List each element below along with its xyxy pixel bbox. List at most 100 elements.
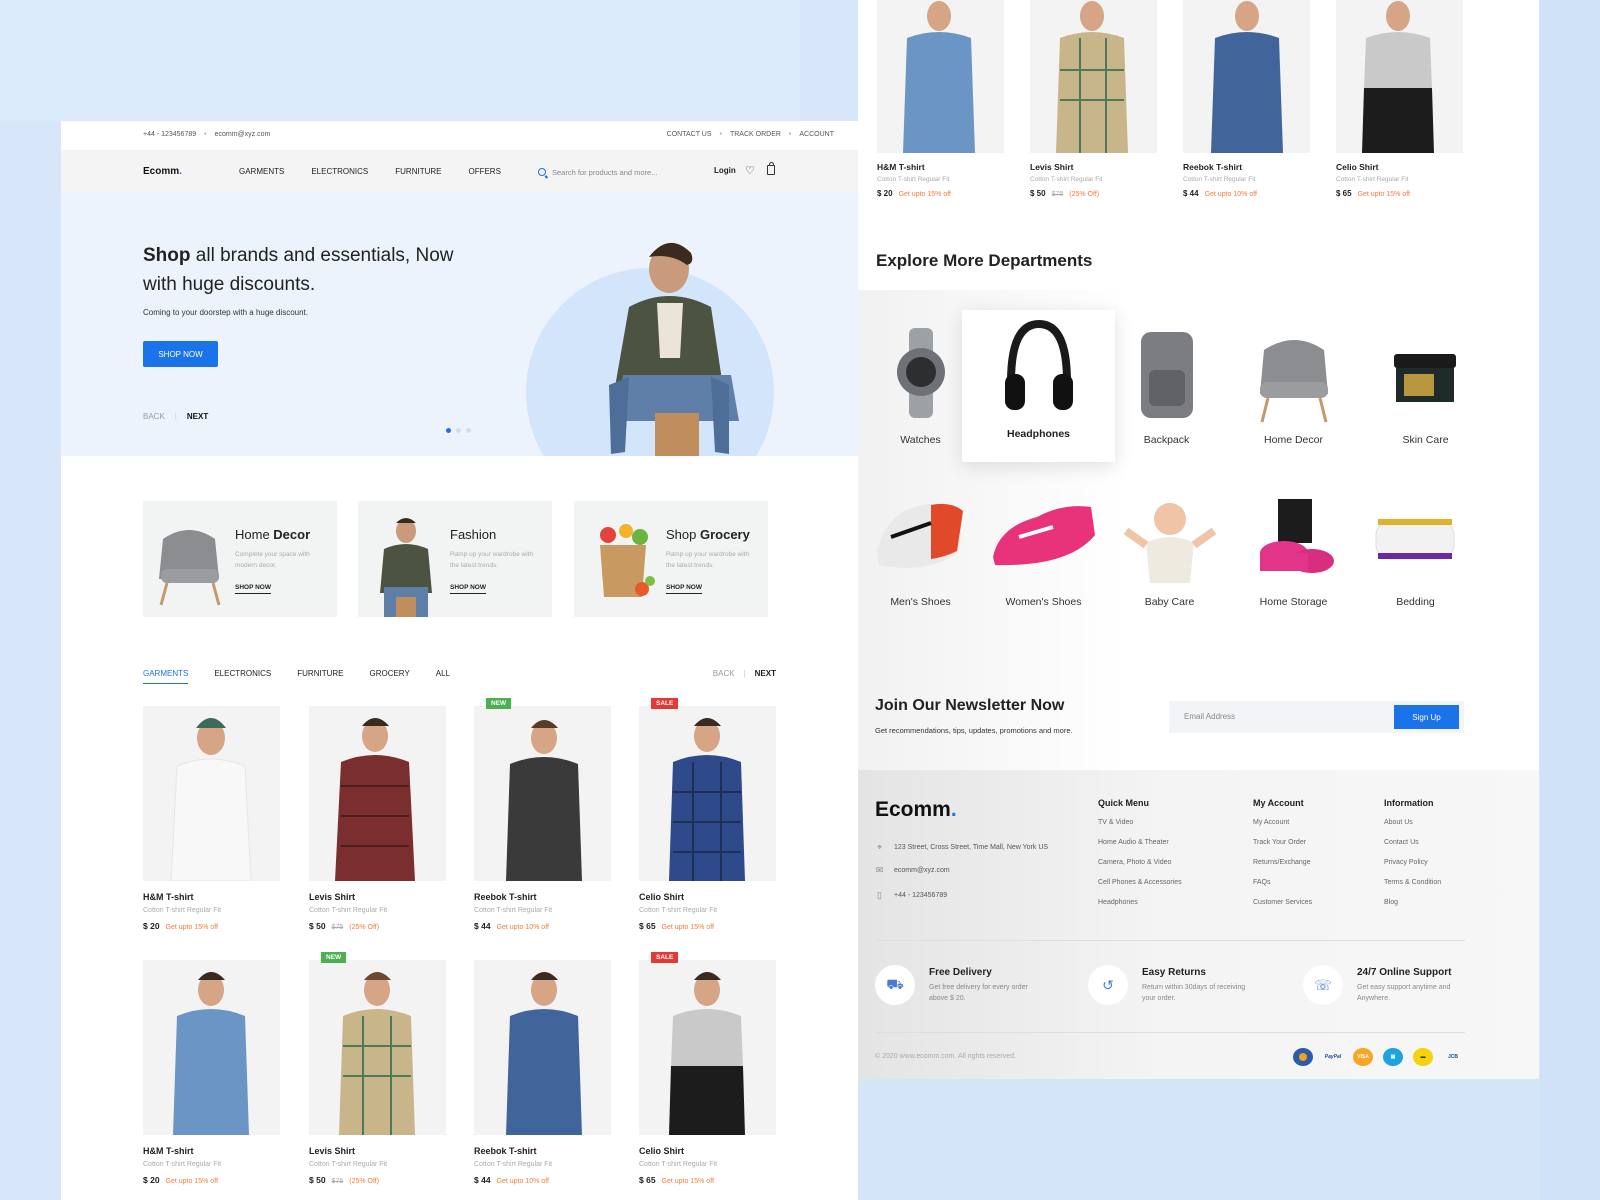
footer-link[interactable]: Camera, Photo & Video [1098,859,1182,866]
product-description: Cotton T-shirt Regular Fit [309,1161,388,1168]
product-card[interactable]: Levis Shirt Cotton T-shirt Regular Fit $… [1030,0,1157,198]
product-image[interactable] [639,706,776,881]
nav-offers[interactable]: OFFERS [468,167,500,176]
tab-furniture[interactable]: FURNITURE [297,669,343,684]
product-card[interactable]: H&M T-shirt Cotton T-shirt Regular Fit $… [143,960,280,1185]
category-shop-now-link[interactable]: SHOP NOW [450,584,486,594]
tab-garments[interactable]: GARMENTS [143,669,189,684]
category-card-home-decor[interactable]: Home Decor Complete your space with mode… [143,501,337,617]
department-home-decor[interactable]: Home Decor [1231,318,1356,446]
footer-link[interactable]: Privacy Policy [1384,859,1441,866]
product-card[interactable]: H&M T-shirt Cotton T-shirt Regular Fit $… [877,0,1004,198]
footer-link[interactable]: Track Your Order [1253,839,1312,846]
logo[interactable]: Ecomm. [143,166,182,177]
product-image[interactable] [309,706,446,881]
track-order-link[interactable]: TRACK ORDER [730,131,781,138]
product-card[interactable]: SALE Celio Shirt Cotton T-shirt Regular … [639,698,776,931]
hero-back-button[interactable]: BACK [143,412,165,421]
footer-email[interactable]: ✉ ecomm@xyz.com [875,865,950,876]
search-input[interactable]: Search for products and more... [538,165,698,179]
product-card[interactable]: NEW Reebok T-shirt Cotton T-shirt Regula… [474,698,611,931]
product-image[interactable] [143,706,280,881]
department-baby-care[interactable]: Baby Care [1107,495,1232,608]
footer-link[interactable]: About Us [1384,819,1441,826]
footer-link[interactable]: TV & Video [1098,819,1182,826]
department-home-storage[interactable]: Home Storage [1231,495,1356,608]
hero-next-button[interactable]: NEXT [187,412,208,421]
departments-title: Explore More Departments [876,251,1093,270]
carousel-dot[interactable] [466,428,471,433]
product-description: Cotton T-shirt Regular Fit [639,907,718,914]
category-shop-now-link[interactable]: SHOP NOW [666,584,702,594]
account-link[interactable]: ACCOUNT [799,131,834,138]
department-womens-shoes[interactable]: Women's Shoes [981,495,1106,608]
product-card[interactable]: Reebok T-shirt Cotton T-shirt Regular Fi… [474,960,611,1185]
nav-electronics[interactable]: ELECTRONICS [311,167,368,176]
department-label: Skin Care [1402,434,1449,446]
tab-all[interactable]: ALL [436,669,450,684]
footer-link[interactable]: Contact Us [1384,839,1441,846]
product-card[interactable]: Reebok T-shirt Cotton T-shirt Regular Fi… [1183,0,1310,198]
footer-logo[interactable]: Ecomm. [875,798,957,822]
department-backpack[interactable]: Backpack [1104,318,1229,446]
department-bedding[interactable]: Bedding [1353,495,1478,608]
category-shop-now-link[interactable]: SHOP NOW [235,584,271,594]
product-name: Celio Shirt [639,892,685,902]
product-card[interactable]: Levis Shirt Cotton T-shirt Regular Fit $… [309,706,446,931]
sign-up-button[interactable]: Sign Up [1394,705,1459,729]
nav-garments[interactable]: GARMENTS [239,167,284,176]
grid-next-button[interactable]: NEXT [755,669,776,678]
carousel-dot[interactable] [456,428,461,433]
product-card[interactable]: NEW Levis Shirt Cotton T-shirt Regular F… [309,952,446,1185]
product-image[interactable] [309,960,446,1135]
product-card[interactable]: Celio Shirt Cotton T-shirt Regular Fit $… [1336,0,1463,198]
footer-link[interactable]: Cell Phones & Accessories [1098,879,1182,886]
footer-link[interactable]: Terms & Condition [1384,879,1441,886]
shop-now-button[interactable]: SHOP NOW [143,341,218,367]
category-card-fashion[interactable]: Fashion Ramp up your wardrobe with the l… [358,501,552,617]
product-image[interactable] [639,960,776,1135]
product-image[interactable] [474,706,611,881]
product-price-row: $ 65 Get upto 15% off [639,921,714,931]
shopping-bag-icon[interactable] [767,162,775,175]
product-description: Cotton T-shirt Regular Fit [143,1161,222,1168]
product-image[interactable] [1336,0,1463,153]
footer-link[interactable]: Blog [1384,899,1441,906]
product-description: Cotton T-shirt Regular Fit [639,1161,718,1168]
department-headphones[interactable]: Headphones [962,310,1115,462]
product-image[interactable] [1183,0,1310,153]
footer-link[interactable]: My Account [1253,819,1312,826]
footer-link[interactable]: Headphones [1098,899,1182,906]
tab-grocery[interactable]: GROCERY [369,669,409,684]
email-field[interactable]: Email Address [1184,712,1235,721]
footer-link[interactable]: FAQs [1253,879,1312,886]
nav-furniture[interactable]: FURNITURE [395,167,441,176]
topbar-email[interactable]: ecomm@xyz.com [215,131,271,138]
background-right [1540,0,1600,1200]
department-skin-care[interactable]: Skin Care [1363,318,1488,446]
footer-link[interactable]: Customer Services [1253,899,1312,906]
carousel-dot-active[interactable] [446,428,451,433]
heart-icon[interactable]: ♡ [745,164,755,177]
product-image[interactable] [143,960,280,1135]
footer-column-my-account: My Account My Account Track Your Order R… [1253,798,1312,919]
category-description: Ramp up your wardrobe with the latest tr… [450,551,534,569]
login-button[interactable]: Login [714,166,736,175]
footer-phone: ▯ +44 - 123456789 [875,890,947,901]
footer-divider [875,940,1465,941]
grid-back-button[interactable]: BACK [713,669,735,678]
footer-link[interactable]: Returns/Exchange [1253,859,1312,866]
tab-electronics[interactable]: ELECTRONICS [214,669,271,684]
product-card[interactable]: H&M T-shirt Cotton T-shirt Regular Fit $… [143,706,280,931]
product-card[interactable]: SALE Celio Shirt Cotton T-shirt Regular … [639,952,776,1185]
footer-link[interactable]: Home Audio & Theater [1098,839,1182,846]
product-description: Cotton T-shirt Regular Fit [877,176,950,183]
product-image[interactable] [877,0,1004,153]
department-mens-shoes[interactable]: Men's Shoes [858,495,983,608]
product-image[interactable] [474,960,611,1135]
hero-banner: Shop all brands and essentials, Now with… [61,193,858,456]
contact-us-link[interactable]: CONTACT US [667,131,712,138]
location-pin-icon: ⌖ [876,842,883,852]
product-image[interactable] [1030,0,1157,153]
category-card-grocery[interactable]: Shop Grocery Ramp up your wardrobe with … [574,501,768,617]
